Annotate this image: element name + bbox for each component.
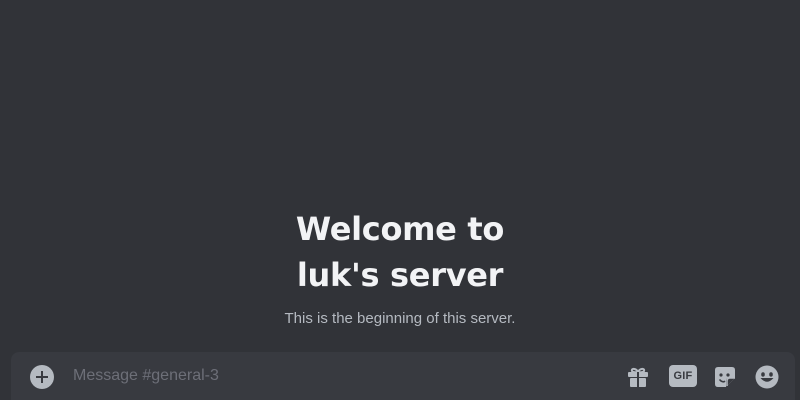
gift-icon (628, 367, 648, 387)
welcome-subtitle: This is the beginning of this server. (284, 310, 516, 327)
message-composer: GIF (11, 352, 795, 400)
gif-button[interactable]: GIF (669, 365, 697, 391)
sticker-icon (715, 367, 735, 387)
smiley-icon (755, 365, 779, 389)
plus-circle-icon (36, 371, 48, 383)
emoji-button[interactable] (754, 364, 780, 390)
sticker-button[interactable] (712, 364, 738, 390)
attach-button[interactable] (30, 365, 54, 389)
welcome-section: Welcome to luk's server This is the begi… (0, 206, 800, 327)
chat-area: Welcome to luk's server This is the begi… (0, 0, 800, 400)
message-input[interactable] (73, 362, 593, 390)
welcome-title-line-2: luk's server (296, 256, 504, 294)
welcome-title: Welcome to luk's server (0, 206, 800, 298)
gift-button[interactable] (625, 364, 651, 390)
welcome-title-line-1: Welcome to (295, 210, 505, 248)
gif-label: GIF (669, 365, 697, 387)
